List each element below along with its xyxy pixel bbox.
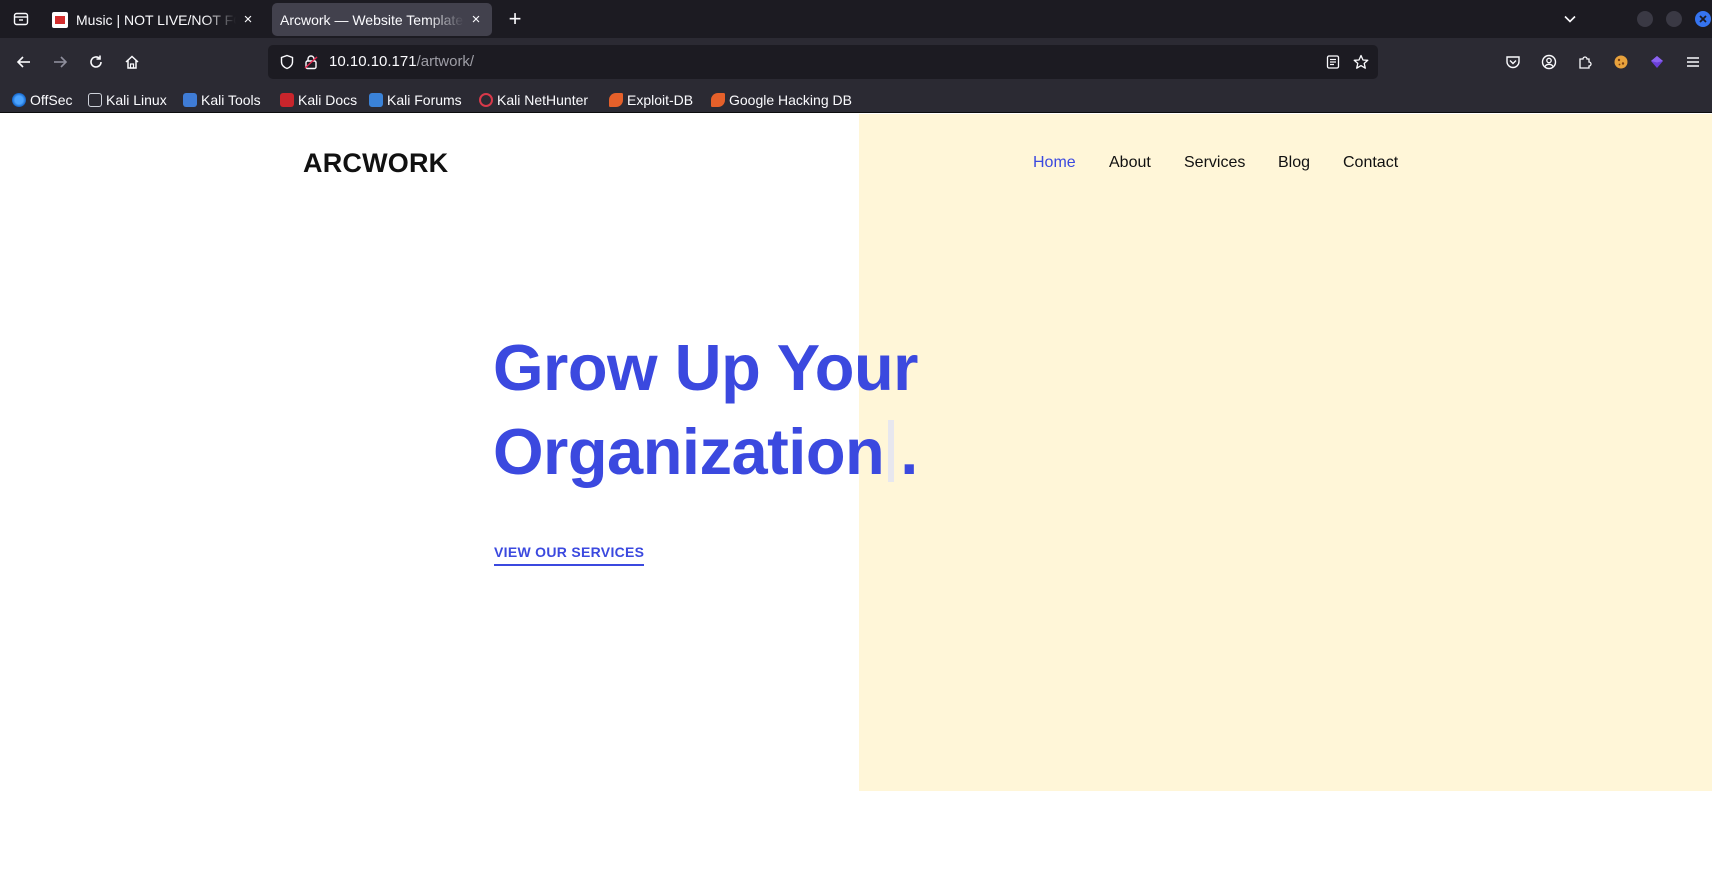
page-viewport: ARCWORK Home About Services Blog Contact… bbox=[0, 114, 1712, 882]
puzzle-icon[interactable] bbox=[1573, 50, 1597, 74]
pocket-icon[interactable] bbox=[1501, 50, 1525, 74]
insecure-lock-icon[interactable] bbox=[302, 53, 320, 71]
kali-docs-icon bbox=[280, 93, 294, 107]
kali-forums-icon bbox=[369, 93, 383, 107]
tab-title: Arcwork — Website Template bbox=[280, 11, 464, 28]
url-host: 10.10.10.171 bbox=[329, 53, 417, 70]
bookmark-label: Exploit-DB bbox=[627, 92, 694, 108]
cookie-extension-icon[interactable] bbox=[1609, 50, 1633, 74]
hero-line-2-end: . bbox=[900, 415, 918, 488]
close-icon[interactable]: × bbox=[240, 11, 256, 28]
bookmark-kali-forums[interactable]: Kali Forums bbox=[369, 90, 462, 110]
hero-heading: Grow Up Your Organization. bbox=[493, 326, 918, 494]
bookmark-label: Kali Tools bbox=[201, 92, 261, 108]
reader-view-icon[interactable] bbox=[1324, 53, 1342, 71]
bookmark-label: Kali NetHunter bbox=[497, 92, 589, 108]
tab-music[interactable]: Music | NOT LIVE/NOT FOR × bbox=[44, 3, 264, 36]
offsec-icon bbox=[12, 93, 26, 107]
typing-cursor bbox=[888, 420, 895, 482]
exploit-db-icon bbox=[609, 93, 623, 107]
hero-background-panel bbox=[859, 114, 1712, 791]
maximize-button[interactable] bbox=[1666, 11, 1682, 27]
close-icon[interactable]: × bbox=[468, 11, 484, 28]
bookmark-label: Kali Forums bbox=[387, 92, 462, 108]
account-icon[interactable] bbox=[1537, 50, 1561, 74]
kali-nethunter-icon bbox=[479, 93, 493, 107]
shield-icon[interactable] bbox=[278, 53, 296, 71]
hero-line-2-word: Organization bbox=[493, 415, 885, 488]
tab-overview-icon[interactable] bbox=[8, 6, 34, 32]
bookmarks-toolbar: OffSec Kali Linux Kali Tools Kali Docs K… bbox=[0, 86, 1712, 113]
bookmark-label: Kali Linux bbox=[106, 92, 167, 108]
window-close-button[interactable] bbox=[1695, 11, 1711, 27]
forward-arrow-icon[interactable] bbox=[48, 50, 72, 74]
bookmark-exploit-db[interactable]: Exploit-DB bbox=[609, 90, 693, 110]
nav-link-services[interactable]: Services bbox=[1184, 154, 1245, 172]
bookmark-label: Kali Docs bbox=[298, 92, 358, 108]
nav-link-home[interactable]: Home bbox=[1033, 154, 1076, 172]
view-services-link[interactable]: VIEW OUR SERVICES bbox=[494, 544, 645, 566]
bookmark-label: Google Hacking DB bbox=[729, 92, 852, 108]
url-path: /artwork/ bbox=[416, 53, 475, 70]
bookmark-kali-tools[interactable]: Kali Tools bbox=[183, 90, 261, 110]
minimize-button[interactable] bbox=[1637, 11, 1653, 27]
tab-title: Music | NOT LIVE/NOT FOR bbox=[76, 11, 236, 28]
back-arrow-icon[interactable] bbox=[12, 50, 36, 74]
star-icon[interactable] bbox=[1352, 53, 1370, 71]
bookmark-offsec[interactable]: OffSec bbox=[12, 90, 73, 110]
bookmark-kali-docs[interactable]: Kali Docs bbox=[280, 90, 357, 110]
url-text[interactable]: 10.10.10.171/artwork/ bbox=[329, 53, 474, 70]
reload-icon[interactable] bbox=[84, 50, 108, 74]
nav-link-blog[interactable]: Blog bbox=[1278, 154, 1310, 172]
hamburger-icon[interactable] bbox=[1681, 50, 1705, 74]
nav-link-about[interactable]: About bbox=[1109, 154, 1151, 172]
tab-arcwork[interactable]: Arcwork — Website Template × bbox=[272, 3, 492, 36]
extension-gem-icon[interactable] bbox=[1645, 50, 1669, 74]
bookmark-label: OffSec bbox=[30, 92, 73, 108]
new-tab-button[interactable]: + bbox=[502, 6, 528, 32]
nav-link-contact[interactable]: Contact bbox=[1343, 154, 1398, 172]
bookmark-google-hacking-db[interactable]: Google Hacking DB bbox=[711, 90, 852, 110]
url-bar[interactable]: 10.10.10.171/artwork/ bbox=[268, 45, 1378, 79]
tab-bar: Music | NOT LIVE/NOT FOR × Arcwork — Web… bbox=[0, 0, 1712, 38]
kali-tools-icon bbox=[183, 93, 197, 107]
navigation-toolbar: 10.10.10.171/artwork/ 12 bbox=[0, 38, 1712, 97]
tab-favicon-icon bbox=[52, 11, 68, 28]
kali-dragon-icon bbox=[88, 93, 102, 107]
home-icon[interactable] bbox=[120, 50, 144, 74]
site-logo[interactable]: ARCWORK bbox=[303, 148, 448, 179]
bookmark-kali-linux[interactable]: Kali Linux bbox=[88, 90, 167, 110]
hero-line-1: Grow Up Your bbox=[493, 331, 918, 404]
ghdb-icon bbox=[711, 93, 725, 107]
chevron-down-icon[interactable] bbox=[1558, 8, 1582, 30]
bookmark-kali-nethunter[interactable]: Kali NetHunter bbox=[479, 90, 588, 110]
